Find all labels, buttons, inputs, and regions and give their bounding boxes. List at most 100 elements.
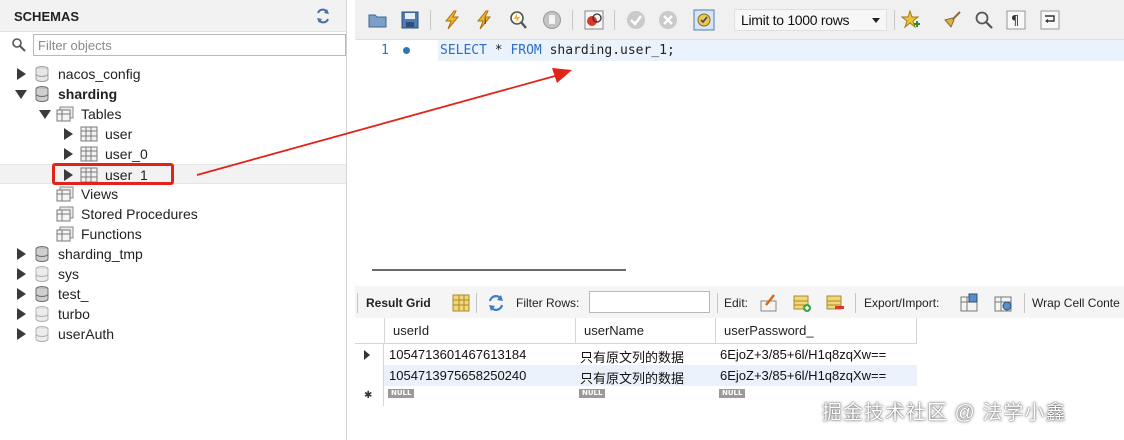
expand-arrow-icon[interactable] [64,128,73,140]
edit-label: Edit: [724,296,749,310]
tree-label: Views [81,186,119,202]
execute-button[interactable] [441,9,463,31]
limit-rows-select[interactable]: Limit to 1000 rows [734,9,887,31]
tree-item-views[interactable]: Views [0,184,346,204]
chevron-down-icon [872,18,880,23]
toolbar-divider [572,10,573,30]
filter-rows-input[interactable] [589,291,710,313]
toolbar-divider [357,293,358,313]
row-pointer[interactable]: ✱ [355,386,384,406]
error-toggle-icon [584,10,604,30]
sql-editor[interactable]: 1 SELECT * FROM sharding.user_1; [355,40,1124,262]
svg-text:I: I [484,17,486,26]
collapse-arrow-icon[interactable] [39,110,51,119]
expand-arrow-icon[interactable] [17,288,26,300]
commit-button[interactable] [625,9,647,31]
limit-rows-value: Limit to 1000 rows [741,12,850,28]
insert-row-icon[interactable] [792,293,812,313]
save-icon [401,11,419,29]
wrap-lines-button[interactable] [1039,9,1061,31]
schema-item-userauth[interactable]: userAuth [0,324,346,344]
column-header-username[interactable]: userName [575,318,716,344]
edit-row-icon[interactable] [759,293,779,313]
expand-arrow-icon[interactable] [17,308,26,320]
column-header-userid[interactable]: userId [384,318,576,344]
execute-current-button[interactable]: I [473,9,495,31]
sql-token: * [486,43,511,58]
editor-horizontal-scrollbar[interactable] [372,269,626,271]
grid-header-row: userId userName userPassword_ [355,318,917,344]
schemas-title: SCHEMAS [14,9,80,24]
collapse-arrow-icon[interactable] [15,90,27,99]
new-row-asterisk-icon: ✱ [364,390,373,401]
search-icon [12,38,26,52]
schema-item-test[interactable]: test_ [0,284,346,304]
grid-view-icon[interactable] [451,293,471,313]
wrap-cell-content-label[interactable]: Wrap Cell Conte [1032,296,1120,310]
folder-icon [368,14,387,28]
tree-label: Functions [81,226,142,242]
tree-item-functions[interactable]: Functions [0,224,346,244]
schema-item-sys[interactable]: sys [0,264,346,284]
null-badge: NULL [388,389,415,398]
schema-item-turbo[interactable]: turbo [0,304,346,324]
refresh-schemas-icon[interactable] [314,7,332,25]
expand-arrow-icon[interactable] [64,148,73,160]
expand-arrow-icon[interactable] [17,68,26,80]
table-item-user-0[interactable]: user_0 [0,144,346,164]
table-row[interactable]: 1054713975658250240 只有原文列的数据 6EjoZ+3/85+… [355,365,917,386]
export-icon[interactable] [959,293,979,313]
cell-userid[interactable]: 1054713975658250240 [384,365,576,386]
beautify-button[interactable] [941,9,963,31]
cell-username[interactable]: 只有原文列的数据 [575,365,716,386]
table-label: user [105,126,133,142]
sql-code-line[interactable]: SELECT * FROM sharding.user_1; [440,43,675,58]
cell-userpassword[interactable]: 6EjoZ+3/85+6l/H1q8zqXw== [715,365,917,386]
autocommit-toggle[interactable] [693,9,715,31]
stop-on-error-button[interactable] [583,9,605,31]
column-header-userpassword[interactable]: userPassword_ [715,318,917,344]
cell-userpassword[interactable]: 6EjoZ+3/85+6l/H1q8zqXw== [715,344,917,365]
database-icon [35,86,49,102]
import-icon[interactable] [993,293,1013,313]
tree-item-tables[interactable]: Tables [0,104,346,124]
toolbar-divider [614,10,615,30]
row-pointer[interactable] [355,344,384,365]
database-icon [35,66,49,82]
row-pointer[interactable] [355,365,384,386]
star-plus-icon [901,10,920,29]
refresh-icon[interactable] [486,293,506,313]
open-file-button[interactable] [367,9,389,31]
add-snippet-button[interactable] [900,9,922,31]
schemas-header: SCHEMAS [0,0,346,32]
cell-username[interactable]: 只有原文列的数据 [575,344,716,365]
stop-button[interactable] [541,9,563,31]
expand-arrow-icon[interactable] [17,328,26,340]
result-grid-tab[interactable]: Result Grid [366,296,431,310]
schema-label: sys [58,266,79,282]
table-icon [80,126,98,142]
expand-arrow-icon[interactable] [17,268,26,280]
delete-row-icon[interactable] [825,293,845,313]
filter-objects-box [9,34,346,56]
table-row[interactable]: 1054713601467613184 只有原文列的数据 6EjoZ+3/85+… [355,344,917,365]
broom-icon [944,11,961,28]
invisible-chars-button[interactable]: ¶ [1005,9,1027,31]
schema-item-sharding[interactable]: sharding [0,84,346,104]
tree-item-stored-procedures[interactable]: Stored Procedures [0,204,346,224]
null-badge: NULL [719,389,746,398]
null-badge: NULL [579,389,606,398]
schema-item-sharding-tmp[interactable]: sharding_tmp [0,244,346,264]
table-item-user[interactable]: user [0,124,346,144]
save-button[interactable] [399,9,421,31]
rollback-button[interactable] [657,9,679,31]
cell-userid[interactable]: 1054713601467613184 [384,344,576,365]
lightning-cursor-icon: I [476,10,492,30]
schema-label: nacos_config [58,66,141,82]
filter-objects-input[interactable] [33,34,346,56]
find-button[interactable] [973,9,995,31]
explain-button[interactable] [507,9,529,31]
schema-item-nacos-config[interactable]: nacos_config [0,64,346,84]
expand-arrow-icon[interactable] [17,248,26,260]
functions-folder-icon [56,226,74,242]
